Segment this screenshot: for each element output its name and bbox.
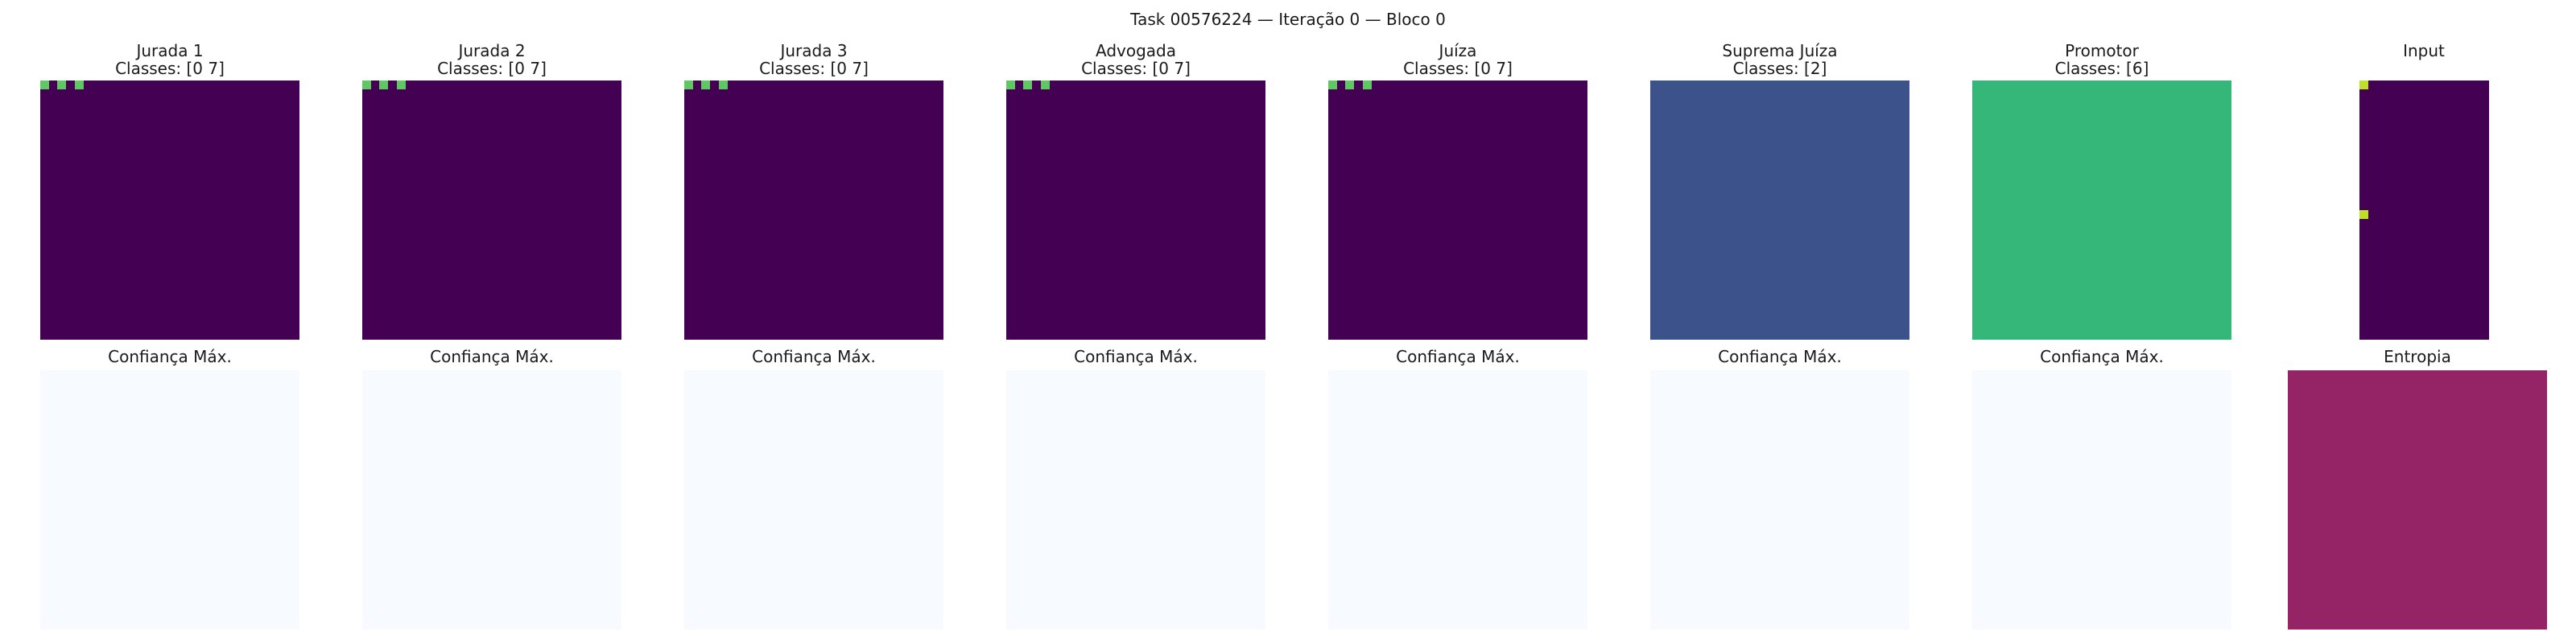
panel-title: Suprema Juíza [1722,41,1838,60]
heatmap-cell [684,80,693,89]
heatmap-cell [57,80,67,89]
panel-subtitle: Classes: [6] [2054,59,2149,78]
heatmap-cell [1362,80,1372,89]
heatmap-confidence [1006,370,1265,630]
figure-title: Task 00576224 — Iteração 0 — Bloco 0 [1130,10,1446,29]
heatmap-prediction [684,80,943,340]
panel-subtitle: Classes: [2] [1732,59,1827,78]
heatmap-cell [701,80,711,89]
heatmap-cell [1023,80,1033,89]
heatmap-confidence [1972,370,2231,630]
heatmap-cell [2359,210,2368,219]
heatmap-confidence [1650,370,1909,630]
panel-title: Advogada [1096,41,1176,60]
heatmap-confidence [2288,370,2547,630]
heatmap-prediction [1650,80,1909,340]
heatmap-cell [1040,80,1050,89]
heatmap-cell [74,80,84,89]
heatmap-cell [718,80,728,89]
panel-subtitle: Classes: [0 7] [115,59,225,78]
heatmap-prediction [1006,80,1265,340]
panel-subtitle: Classes: [0 7] [1081,59,1191,78]
panel-subtitle: Classes: [0 7] [1403,59,1513,78]
panel-title: Promotor [2065,41,2139,60]
heatmap-prediction [2359,80,2489,340]
panel-title: Confiança Máx. [752,347,876,366]
heatmap-confidence [1328,370,1587,630]
panel-title: Confiança Máx. [1074,347,1198,366]
heatmap-prediction [362,80,621,340]
panel-title: Confiança Máx. [1718,347,1842,366]
heatmap-confidence [40,370,299,630]
heatmap-cell [1328,80,1337,89]
panel-subtitle: Classes: [0 7] [437,59,547,78]
panel-title: Confiança Máx. [2040,347,2164,366]
panel-title: Jurada 2 [458,41,526,60]
heatmap-cell [40,80,49,89]
heatmap-cell [1345,80,1355,89]
heatmap-prediction [1972,80,2231,340]
heatmap-cell [2359,80,2368,89]
heatmap-cell [1006,80,1015,89]
panel-title: Confiança Máx. [1396,347,1520,366]
panel-title: Entropia [2384,347,2451,366]
heatmap-prediction [40,80,299,340]
heatmap-cell [396,80,406,89]
panel-title: Confiança Máx. [430,347,554,366]
heatmap-confidence [362,370,621,630]
panel-title: Jurada 1 [136,41,204,60]
panel-title: Input [2403,41,2445,60]
panel-title: Juíza [1439,41,1477,60]
heatmap-cell [362,80,371,89]
heatmap-prediction [1328,80,1587,340]
heatmap-confidence [684,370,943,630]
panel-subtitle: Classes: [0 7] [759,59,869,78]
heatmap-cell [379,80,389,89]
panel-title: Jurada 3 [780,41,848,60]
panel-title: Confiança Máx. [108,347,232,366]
